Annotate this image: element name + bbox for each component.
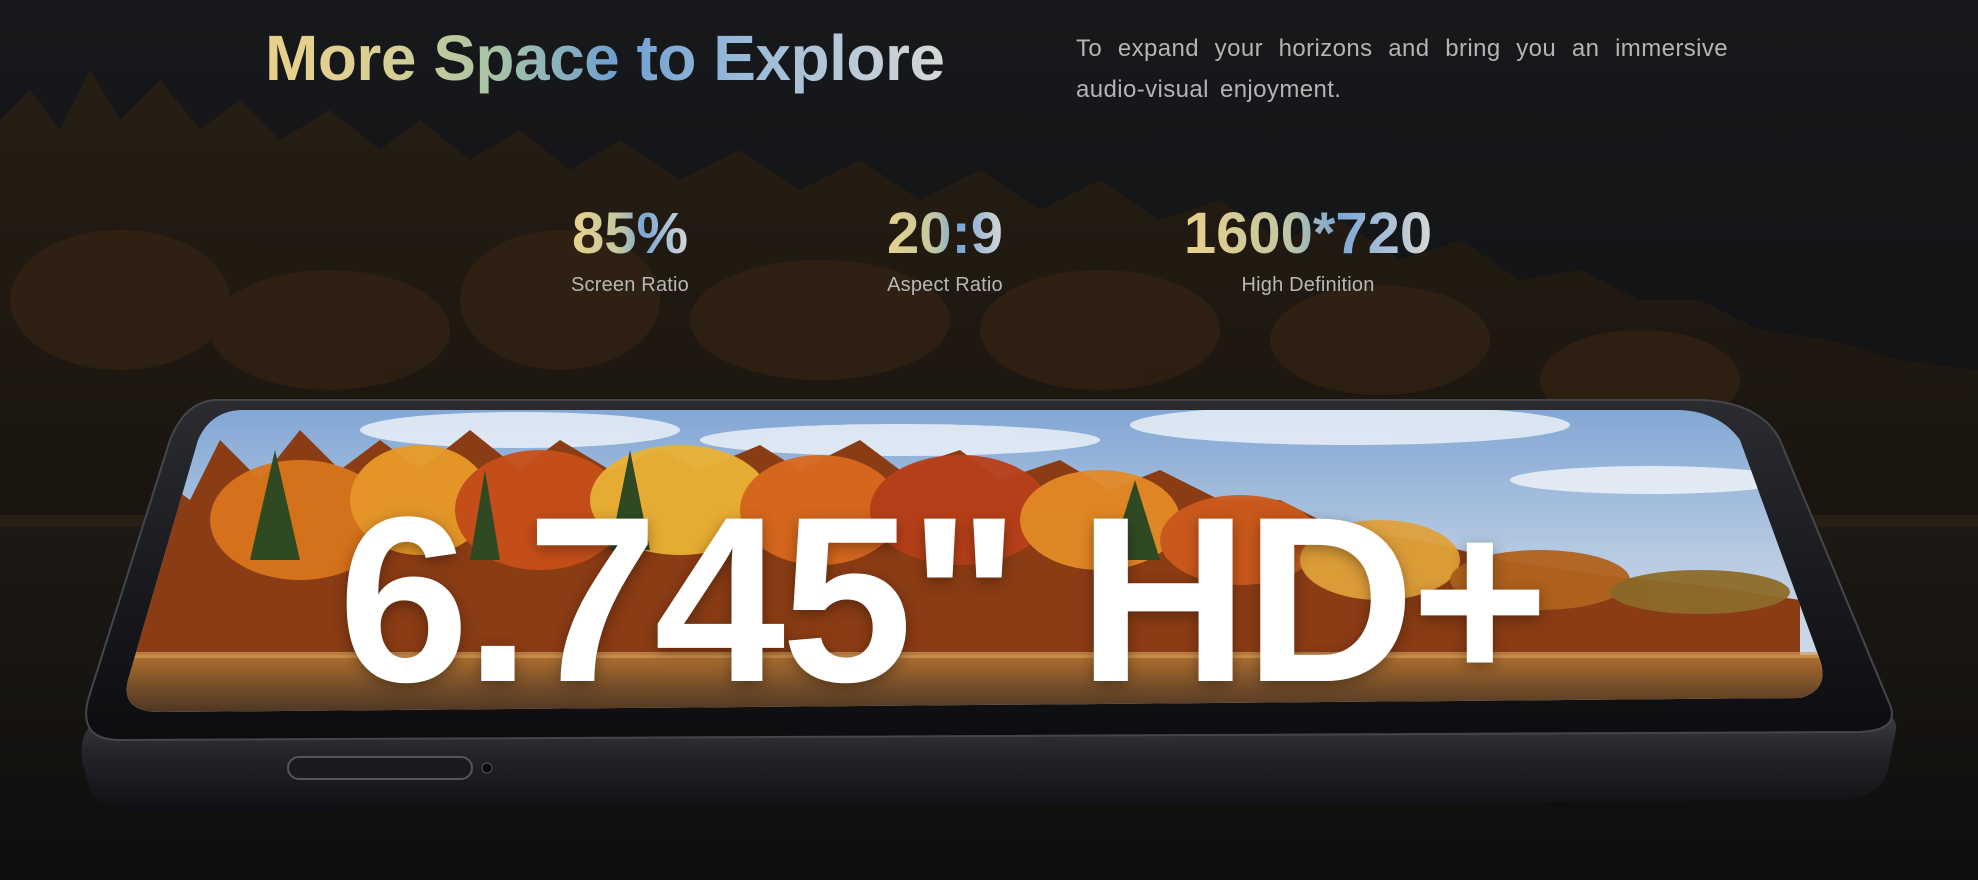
headline: More Space to Explore <box>265 18 945 98</box>
stat-label: Aspect Ratio <box>887 274 1003 296</box>
stat-value: 1600*720 <box>1183 201 1433 266</box>
stat-label: Screen Ratio <box>570 274 689 296</box>
stat-aspect-ratio: 20:9 Aspect Ratio <box>805 202 1085 297</box>
screen-size-text: 6.745" HD+ <box>338 468 1549 732</box>
side-button <box>287 756 473 780</box>
microphone-hole <box>481 762 493 774</box>
stat-value: 20:9 <box>886 201 1004 266</box>
stat-label: High Definition <box>1241 274 1375 296</box>
subtitle: To expand your horizons and bring you an… <box>1076 35 1728 103</box>
stat-resolution: 1600*720 High Definition <box>1143 202 1473 297</box>
stat-screen-ratio: 85% Screen Ratio <box>490 202 770 297</box>
stat-value: 85% <box>571 201 689 266</box>
background-scene <box>0 0 1978 880</box>
